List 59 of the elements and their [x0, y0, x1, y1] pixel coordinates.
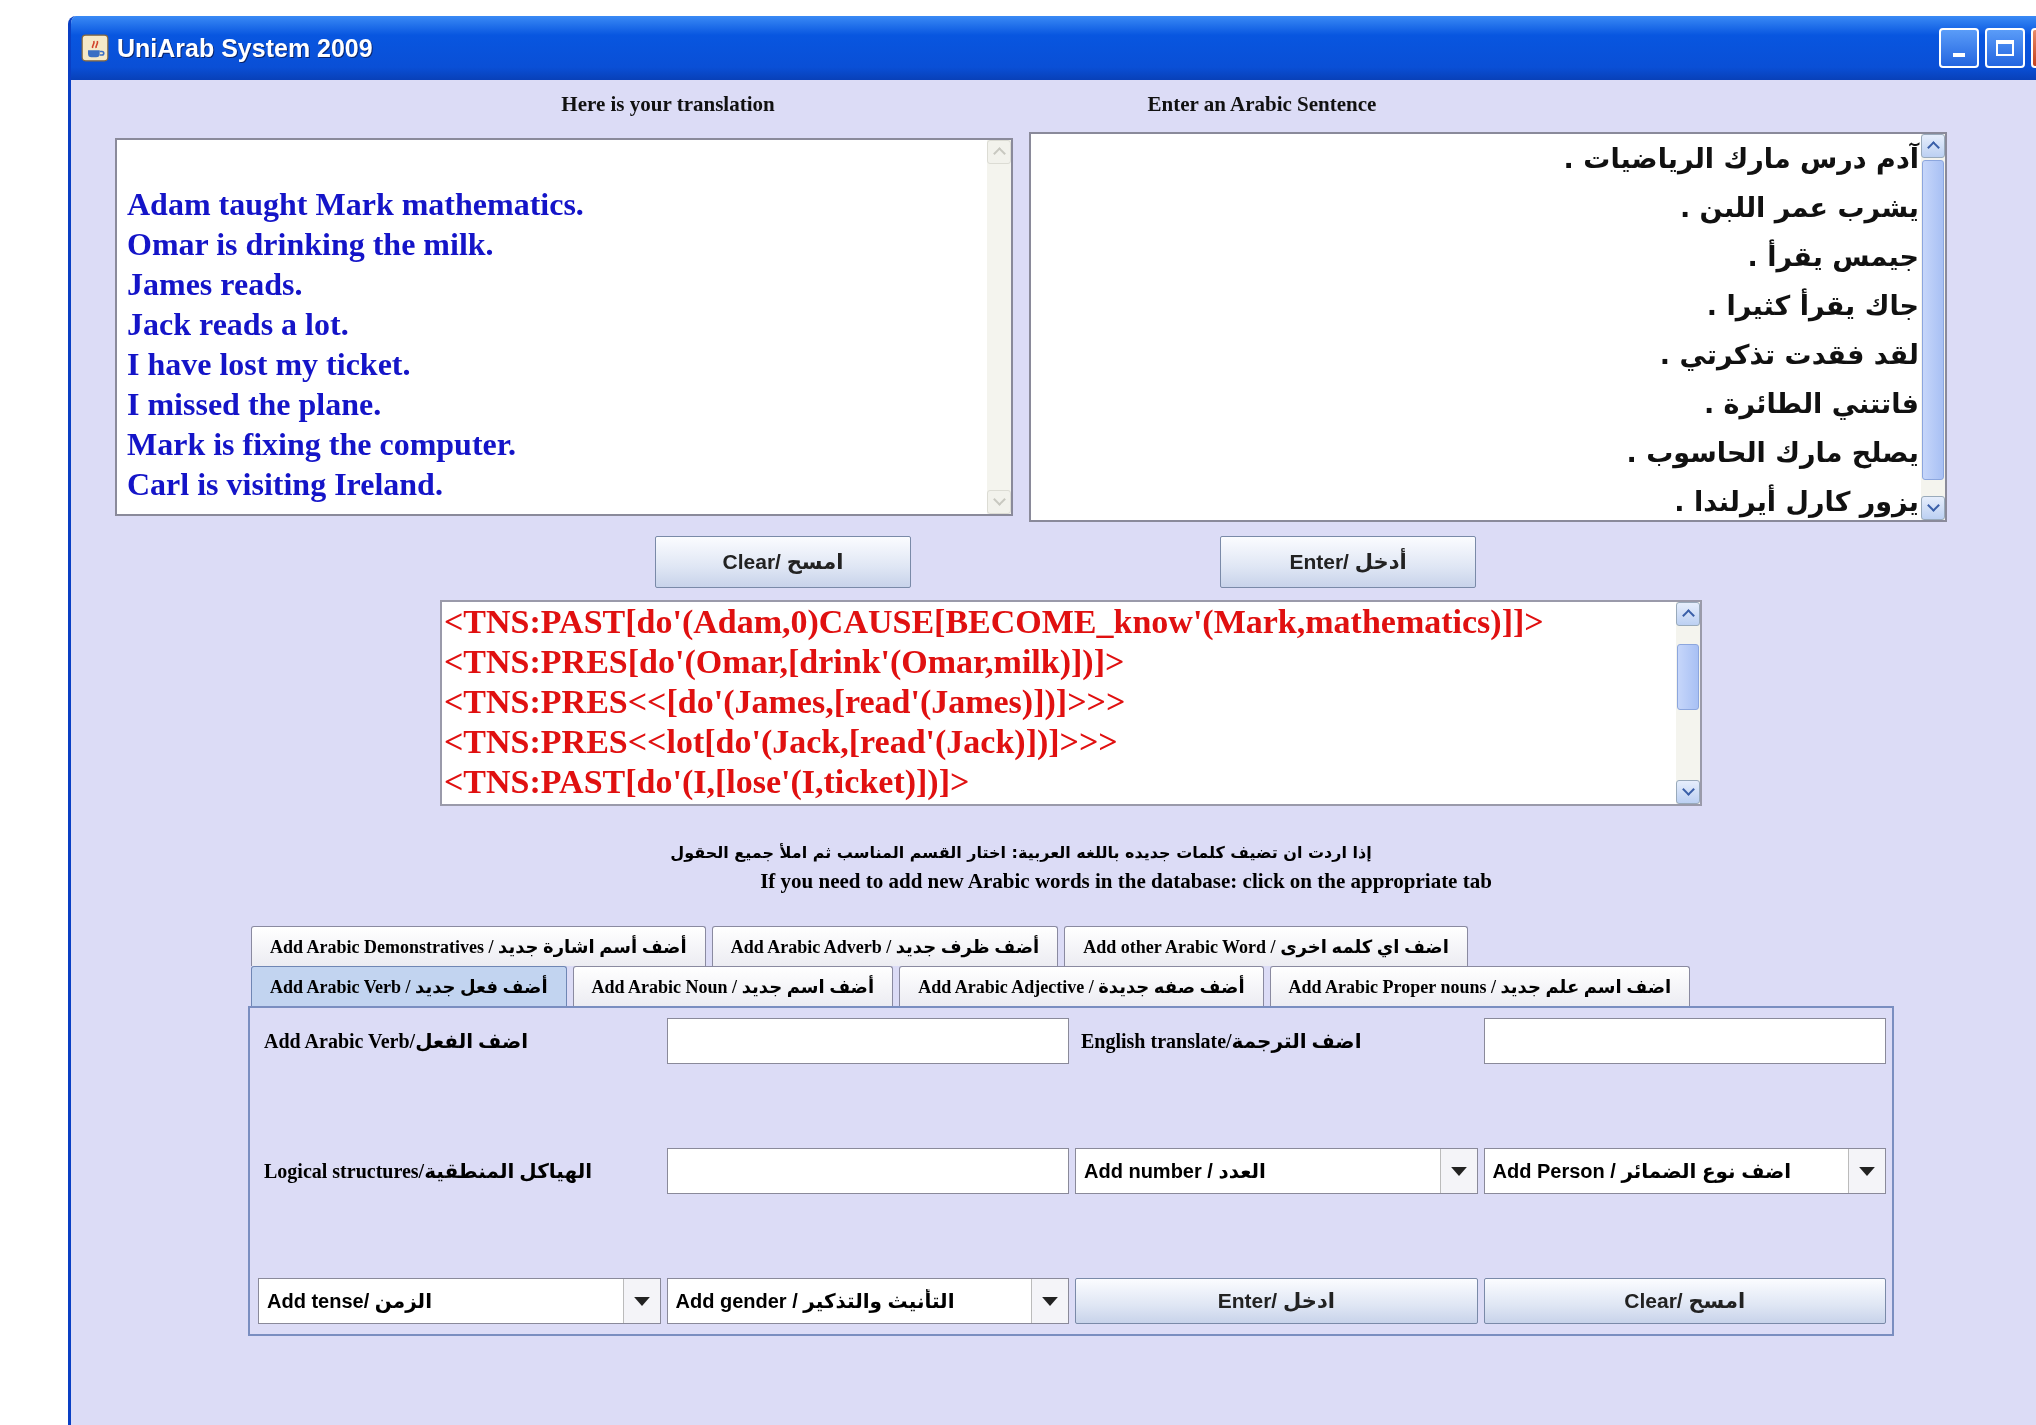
arabic-sentence: جيمس يقرأ .: [1746, 238, 1919, 275]
arabic-input-label: Enter an Arabic Sentence: [1146, 92, 1378, 118]
translation-area[interactable]: Adam taught Mark mathematics. Omar is drinking the milk. James reads. Jack reads a lot. I have lost my ticket. I missed the plane. Mark is fixing the computer. Carl is visiting Ireland.: [115, 138, 1013, 516]
tab[interactable]: Add other Arabic Word / اضف اي كلمه اخرى: [1064, 926, 1468, 966]
tab[interactable]: Add Arabic Adjective / أضف صفه جديدة: [899, 966, 1264, 1006]
arabic-sentence: لقد فقدت تذكرتي .: [1658, 338, 1919, 373]
logical-structure-line: <TNS:PRES<<[do'(James,[read'(James)])]>>>: [444, 682, 1127, 722]
translation-line: Jack reads a lot.: [127, 305, 350, 344]
dropdown[interactable]: Add Person / اضف نوع الضمائر: [1483, 1148, 1886, 1194]
field-label: Add Arabic Verb/اضف الفعل: [263, 1029, 530, 1054]
cup-icon: [81, 34, 109, 62]
field-label: English translate/اضف الترجمة: [1080, 1029, 1363, 1055]
arabic-sentence: يشرب عمر اللبن .: [1678, 191, 1919, 226]
dropdown[interactable]: Add number / العدد: [1075, 1148, 1478, 1194]
translation-line: Carl is visiting Ireland.: [127, 465, 444, 504]
translation-line: Mark is fixing the computer.: [127, 425, 517, 464]
tab[interactable]: Add Arabic Adverb / أضف ظرف جديد: [711, 926, 1059, 966]
tab[interactable]: Add Arabic Verb / أضف فعل جديد: [251, 966, 567, 1006]
input-field[interactable]: [666, 1018, 1069, 1064]
tab[interactable]: Add Arabic Proper nouns / اضف اسم علم جديد: [1269, 966, 1691, 1006]
arabic-sentence: يصلح مارك الحاسوب .: [1625, 436, 1919, 471]
input-field[interactable]: [1483, 1018, 1886, 1064]
caret-icon: [1042, 1296, 1058, 1306]
arabic-sentence: جاك يقرأ كثيرا .: [1705, 287, 1919, 324]
translation-label: Here is your translation: [560, 92, 776, 118]
dropdown[interactable]: Add gender / التأنيث والتذكير: [666, 1278, 1069, 1324]
enter-button[interactable]: Enter/ أدخل: [1220, 536, 1476, 588]
translation-line: Omar is drinking the milk.: [127, 225, 495, 264]
caret-icon: [1450, 1166, 1467, 1176]
arabic-input-area[interactable]: آدم درس مارك الرياضيات . يشرب عمر اللبن . جيمس يقرأ . جاك يقرأ كثيرا . لقد فقدت تذكرتي . فاتتني الطائرة . يصلح مارك الحاسوب . يزور كارل أيرلندا .: [1029, 132, 1947, 522]
arabic-sentence: يزور كارل أيرلندا .: [1673, 483, 1919, 520]
translation-line: James reads.: [127, 265, 304, 304]
translation-line: Adam taught Mark mathematics.: [127, 185, 585, 224]
input-field[interactable]: [666, 1148, 1069, 1194]
logical-structure-area[interactable]: [440, 600, 1702, 806]
arabic-sentence: فاتتني الطائرة .: [1702, 387, 1919, 422]
arabic-sentence: آدم درس مارك الرياضيات .: [1562, 141, 1919, 177]
caret-icon: [1859, 1166, 1875, 1176]
logical-structure-line: <TNS:PRES<<lot[do'(Jack,[read'(Jack)])]>>>: [444, 722, 1119, 762]
maximize-button[interactable]: [1985, 28, 2025, 68]
tab[interactable]: Add Arabic Noun / أضف اسم جديد: [572, 966, 894, 1006]
scrollbar[interactable]: [1676, 602, 1700, 804]
instruction-text: If you need to add new Arabic words in the database: click on the appropriate tab: [759, 868, 1493, 895]
window-title: UniArab System 2009: [117, 33, 373, 63]
form-button[interactable]: Enter/ ادخل: [1075, 1278, 1478, 1324]
form-button[interactable]: Clear/ امسح: [1483, 1278, 1886, 1324]
scrollbar[interactable]: [1921, 134, 1945, 520]
logical-structure-line: <TNS:PRES[do'(Omar,[drink'(Omar,milk)])]>: [444, 642, 1126, 682]
logical-structure-line: <TNS:PAST[do'(Adam,0)CAUSE[BECOME_know'(Mark,mathematics)]]>: [444, 602, 1545, 642]
translation-line: I missed the plane.: [127, 385, 383, 424]
clear-button[interactable]: Clear/ امسح: [655, 536, 911, 588]
field-label: Logical structures/الهياكل المنطقية: [263, 1159, 593, 1185]
dropdown[interactable]: Add tense/ الزمن: [258, 1278, 661, 1324]
caret-icon: [633, 1296, 650, 1306]
translation-line: I have lost my ticket.: [127, 345, 412, 384]
tab[interactable]: Add Arabic Demonstratives / أضف أسم اشارة جديد: [251, 926, 706, 966]
logical-structure-line: <TNS:PAST[do'(I,[lose'(I,ticket)])]>: [444, 762, 971, 802]
instruction-text: إذا اردت ان تضيف كلمات جديده باللغه العربية: اختار القسم المناسب ثم املأ جميع الحقول: [669, 842, 1373, 864]
minimize-button[interactable]: [1939, 28, 1979, 68]
